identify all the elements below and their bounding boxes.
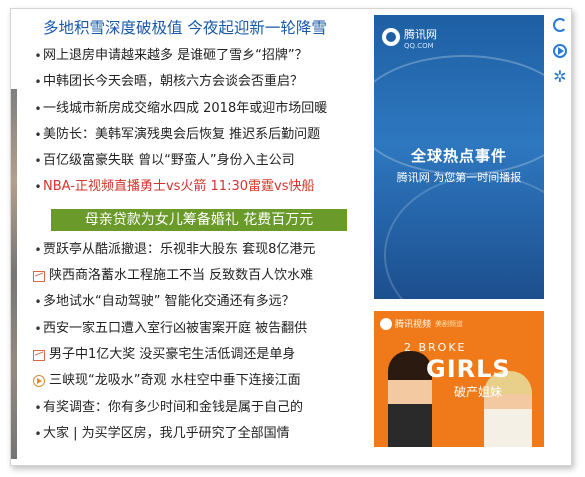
ad-global-hot-events[interactable]: 腾讯网 QQ.COM 全球热点事件 腾讯网 为您第一时间播报 (374, 15, 544, 299)
tencent-logo: 腾讯网 QQ.COM (382, 23, 437, 50)
ad-title: 全球热点事件 (410, 147, 507, 165)
video-icon (33, 375, 45, 388)
news-item-text[interactable]: 百亿级富豪失联 曾以“野蛮人”身份入主公司 (43, 148, 295, 174)
news-item-text[interactable]: 男子中1亿大奖 没买豪宅生活低调还是单身 (49, 342, 295, 368)
tencent-video-icon (380, 317, 392, 330)
news-item[interactable]: 男子中1亿大奖 没买豪宅生活低调还是单身 (33, 342, 363, 368)
bullet-icon: • (34, 154, 42, 169)
bullet-icon: • (34, 242, 42, 257)
news-item[interactable]: • 一线城市新房成交缩水四成 2018年或迎市场回暖 (33, 96, 363, 122)
bullet-icon: • (34, 400, 42, 415)
ad-subtitle: 腾讯网 为您第一时间播报 (374, 169, 544, 185)
ad-show-title-line2: GIRLS (426, 355, 511, 383)
play-icon[interactable] (552, 43, 568, 59)
ad-subtitle-brand: 腾讯网 (396, 171, 430, 184)
news-item-text[interactable]: 西安一家五口遭入室行凶被害案开庭 被告翻供 (43, 316, 307, 342)
bullet-icon: • (34, 180, 42, 195)
ad-show-title-line1: 2 BROKE (404, 341, 467, 354)
ad-logo-text: 腾讯视频 (395, 320, 432, 330)
image-icon (33, 270, 45, 282)
news-item[interactable]: • 网上退房申请越来越多 是谁砸了雪乡“招牌”？ (33, 43, 363, 69)
tencent-video-logo: 腾讯视频 美剧频道 (380, 317, 463, 330)
promo-banner-link[interactable]: 母亲贷款为女儿筹备婚礼 花费百万元 (51, 208, 347, 231)
news-item[interactable]: • 中韩团长今天会晤，朝核六方会谈会否重启？ (33, 69, 363, 95)
news-list-1: • 网上退房申请越来越多 是谁砸了雪乡“招牌”？ • 中韩团长今天会晤，朝核六方会谈… (33, 43, 363, 201)
news-item-text[interactable]: 贾跃亭从酷派撤退：乐视非大股东 套现8亿港元 (43, 237, 315, 263)
news-item-text[interactable]: 网上退房申请越来越多 是谁砸了雪乡“招牌”？ (43, 43, 308, 69)
news-item[interactable]: • 美防长：美韩军演残奥会后恢复 推迟系后勤问题 (33, 122, 363, 148)
news-panel: 多地积雪深度破极值 今夜起迎新一轮降雪 • 网上退房申请越来越多 是谁砸了雪乡“招… (10, 8, 572, 466)
tencent-logo-icon (382, 27, 400, 46)
news-item-text[interactable]: 多地试水“自动驾驶” 智能化交通还有多远？ (43, 289, 295, 315)
news-item[interactable]: • 西安一家五口遭入室行凶被害案开庭 被告翻供 (33, 316, 363, 342)
news-item[interactable]: • 贾跃亭从酷派撤退：乐视非大股东 套现8亿港元 (33, 237, 363, 263)
news-item-text[interactable]: 中韩团长今天会晤，朝核六方会谈会否重启？ (43, 69, 303, 95)
news-item-text[interactable]: 三峡现“龙吸水”奇观 水柱空中垂下连接江面 (49, 368, 301, 394)
ad-2-broke-girls[interactable]: 腾讯视频 美剧频道 2 BROKE GIRLS 破产姐妹 (374, 311, 544, 447)
refresh-icon[interactable] (552, 17, 568, 33)
bullet-icon: • (34, 127, 42, 142)
bullet-icon: • (34, 75, 42, 90)
bullet-icon: • (34, 295, 42, 310)
news-list-2: • 贾跃亭从酷派撤退：乐视非大股东 套现8亿港元 陕西商洛蓄水工程施工不当 反致数… (33, 237, 363, 447)
news-item-text[interactable]: 陕西商洛蓄水工程施工不当 反致数百人饮水难 (49, 263, 313, 289)
bullet-icon: • (34, 49, 42, 63)
bullet-icon: • (34, 426, 42, 441)
ad-decor-arc (384, 175, 544, 299)
news-item[interactable]: • 有奖调查：你有多少时间和金钱是属于自己的 (33, 395, 363, 421)
news-item[interactable]: • 百亿级富豪失联 曾以“野蛮人”身份入主公司 (33, 148, 363, 174)
bullet-icon: • (34, 321, 42, 336)
ad-logo-text: 腾讯网 (404, 28, 437, 41)
side-toolbar: ✲ (552, 17, 570, 95)
news-column: 多地积雪深度破极值 今夜起迎新一轮降雪 • 网上退房申请越来越多 是谁砸了雪乡“招… (33, 15, 363, 447)
news-item[interactable]: • 大家 | 为买学区房，我几乎研究了全部国情 (33, 421, 363, 447)
news-item[interactable]: • 多地试水“自动驾驶” 智能化交通还有多远？ (33, 289, 363, 315)
ad-subtitle-rest: 为您第一时间播报 (433, 171, 522, 184)
news-item[interactable]: 三峡现“龙吸水”奇观 水柱空中垂下连接江面 (33, 368, 363, 394)
left-image-strip (11, 89, 17, 459)
news-item-text[interactable]: 一线城市新房成交缩水四成 2018年或迎市场回暖 (43, 96, 327, 122)
ad-show-title-cn: 破产姐妹 (454, 385, 503, 399)
image-icon (33, 349, 45, 361)
news-item-live[interactable]: • NBA-正视频直播勇士vs火箭 11:30雷霆vs快船 (33, 174, 363, 200)
bullet-icon: • (34, 101, 42, 116)
news-item-text[interactable]: NBA-正视频直播勇士vs火箭 11:30雷霆vs快船 (43, 174, 314, 200)
gear-icon[interactable]: ✲ (552, 69, 568, 85)
top-headline-link[interactable]: 多地积雪深度破极值 今夜起迎新一轮降雪 (33, 15, 363, 43)
ad-logo-tag: 美剧频道 (435, 319, 464, 328)
news-item[interactable]: 陕西商洛蓄水工程施工不当 反致数百人饮水难 (33, 263, 363, 289)
news-item-text[interactable]: 有奖调查：你有多少时间和金钱是属于自己的 (43, 395, 303, 421)
news-item-text[interactable]: 大家 | 为买学区房，我几乎研究了全部国情 (43, 421, 290, 447)
ad-logo-sub: QQ.COM (404, 42, 434, 50)
news-item-text[interactable]: 美防长：美韩军演残奥会后恢复 推迟系后勤问题 (43, 122, 320, 148)
